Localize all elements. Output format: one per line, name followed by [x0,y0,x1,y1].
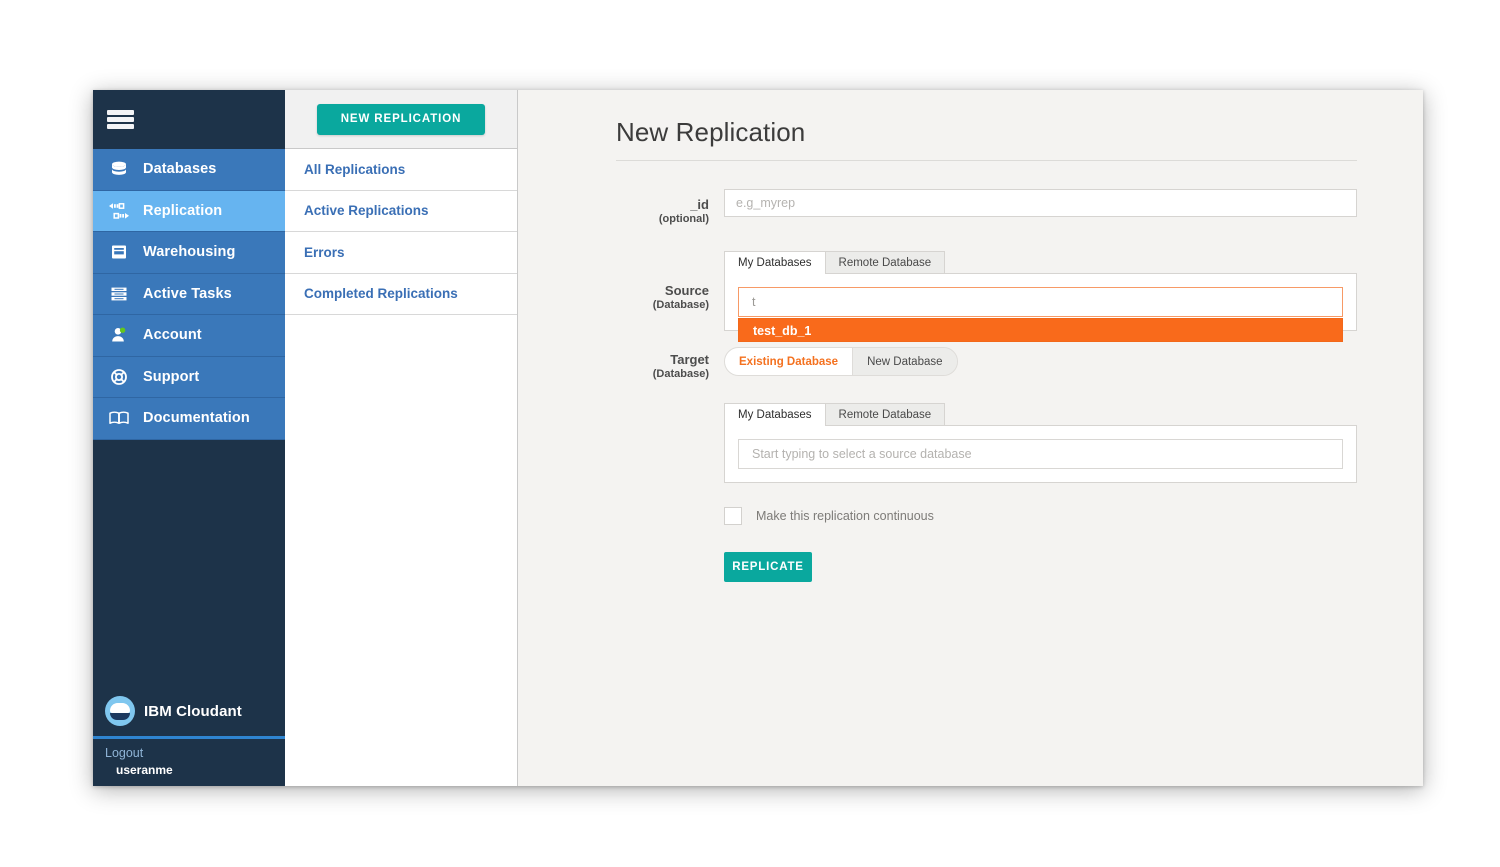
app-window: Databases Replication Warehousing Active… [93,90,1423,786]
title-divider [616,160,1357,161]
source-field-row: Source (Database) My Databases Remote Da… [616,250,1357,342]
source-database-input[interactable] [738,287,1343,317]
new-replication-button[interactable]: NEW REPLICATION [317,103,485,135]
sidebar-header [93,90,285,149]
id-input[interactable] [724,189,1357,217]
lifebuoy-icon [104,365,134,389]
target-label-sub: (Database) [652,368,709,380]
secondary-panel-spacer [285,315,517,786]
sidebar-item-databases[interactable]: Databases [93,149,285,191]
brand-ibm: IBM [144,702,177,720]
logout-link[interactable]: Logout [105,745,285,762]
primary-sidebar: Databases Replication Warehousing Active… [93,90,285,786]
source-label-main: Source [664,283,709,298]
sidebar-item-support[interactable]: Support [93,356,285,398]
target-tabset: My Databases Remote Database [724,402,1357,483]
target-tab-remote-database[interactable]: Remote Database [824,403,946,426]
account-footer: Logout useranme [93,739,285,786]
source-field-label: Source (Database) [616,250,724,312]
panel-link-completed-replications[interactable]: Completed Replications [285,273,517,315]
sidebar-item-label: Documentation [143,410,250,427]
source-tab-my-databases[interactable]: My Databases [724,251,826,274]
source-label-sub: (Database) [652,299,709,311]
sidebar-item-active-tasks[interactable]: Active Tasks [93,273,285,315]
replication-arrows-icon [104,199,134,223]
sidebar-item-warehousing[interactable]: Warehousing [93,232,285,274]
source-tab-panel: test_db_1 [724,273,1357,342]
database-stack-icon [104,157,134,181]
id-field-label: _id (optional) [616,189,724,226]
source-autocomplete-option-test-db-1[interactable]: test_db_1 [738,318,1343,342]
sidebar-item-label: Databases [143,161,217,178]
target-tab-panel [724,425,1357,483]
continuous-replication-label: Make this replication continuous [756,509,934,523]
main-content: New Replication _id (optional) Source (D… [518,90,1423,786]
sidebar-item-label: Active Tasks [143,285,232,302]
target-tabstrip: My Databases Remote Database [724,402,1357,426]
panel-link-active-replications[interactable]: Active Replications [285,190,517,232]
sidebar-spacer [93,439,285,686]
secondary-panel-header: NEW REPLICATION [285,90,517,149]
cloudant-cloud-icon [105,696,135,726]
source-tabset: My Databases Remote Database test_db_1 [724,250,1357,342]
source-autocomplete-list: test_db_1 [738,318,1343,342]
target-tab-my-databases[interactable]: My Databases [724,403,826,426]
secondary-panel: NEW REPLICATION All Replications Active … [285,90,518,786]
continuous-replication-checkbox[interactable] [724,507,742,525]
target-label-main: Target [670,352,709,367]
sidebar-item-replication[interactable]: Replication [93,190,285,232]
panel-link-all-replications[interactable]: All Replications [285,149,517,191]
brand-name: IBM Cloudant [144,703,242,720]
username-label: useranme [116,763,173,777]
target-field-row: Target (Database) Existing Database New … [616,347,1357,582]
source-tab-remote-database[interactable]: Remote Database [824,251,946,274]
brand-cloudant: Cloudant [176,702,242,720]
book-icon [104,406,134,430]
id-field-wrap [724,189,1357,217]
source-tabstrip: My Databases Remote Database [724,250,1357,274]
sidebar-item-label: Support [143,368,200,385]
target-mode-existing-database[interactable]: Existing Database [725,348,854,375]
target-database-input[interactable] [738,439,1343,469]
tasks-list-icon [104,282,134,306]
sidebar-item-label: Warehousing [143,244,236,261]
sidebar-item-label: Replication [143,202,223,219]
id-label-sub: (optional) [658,213,709,225]
page-title: New Replication [616,117,806,147]
brand-logo-block: IBM Cloudant [93,686,285,739]
sidebar-nav-list: Databases Replication Warehousing Active… [93,149,285,440]
panel-link-errors[interactable]: Errors [285,232,517,274]
hamburger-icon[interactable] [107,110,134,129]
target-mode-toggle: Existing Database New Database [724,347,958,376]
account-person-icon [104,323,134,347]
continuous-replication-row: Make this replication continuous [724,507,1357,525]
sidebar-item-label: Account [143,327,202,344]
sidebar-item-account[interactable]: Account [93,315,285,357]
id-field-row: _id (optional) [616,189,1357,226]
target-field-label: Target (Database) [616,347,724,381]
target-field-wrap: Existing Database New Database My Databa… [724,347,1357,582]
id-label-main: _id [690,197,709,212]
warehouse-icon [104,240,134,264]
sidebar-item-documentation[interactable]: Documentation [93,398,285,440]
replicate-button[interactable]: REPLICATE [724,552,812,582]
target-mode-new-database[interactable]: New Database [853,348,957,375]
